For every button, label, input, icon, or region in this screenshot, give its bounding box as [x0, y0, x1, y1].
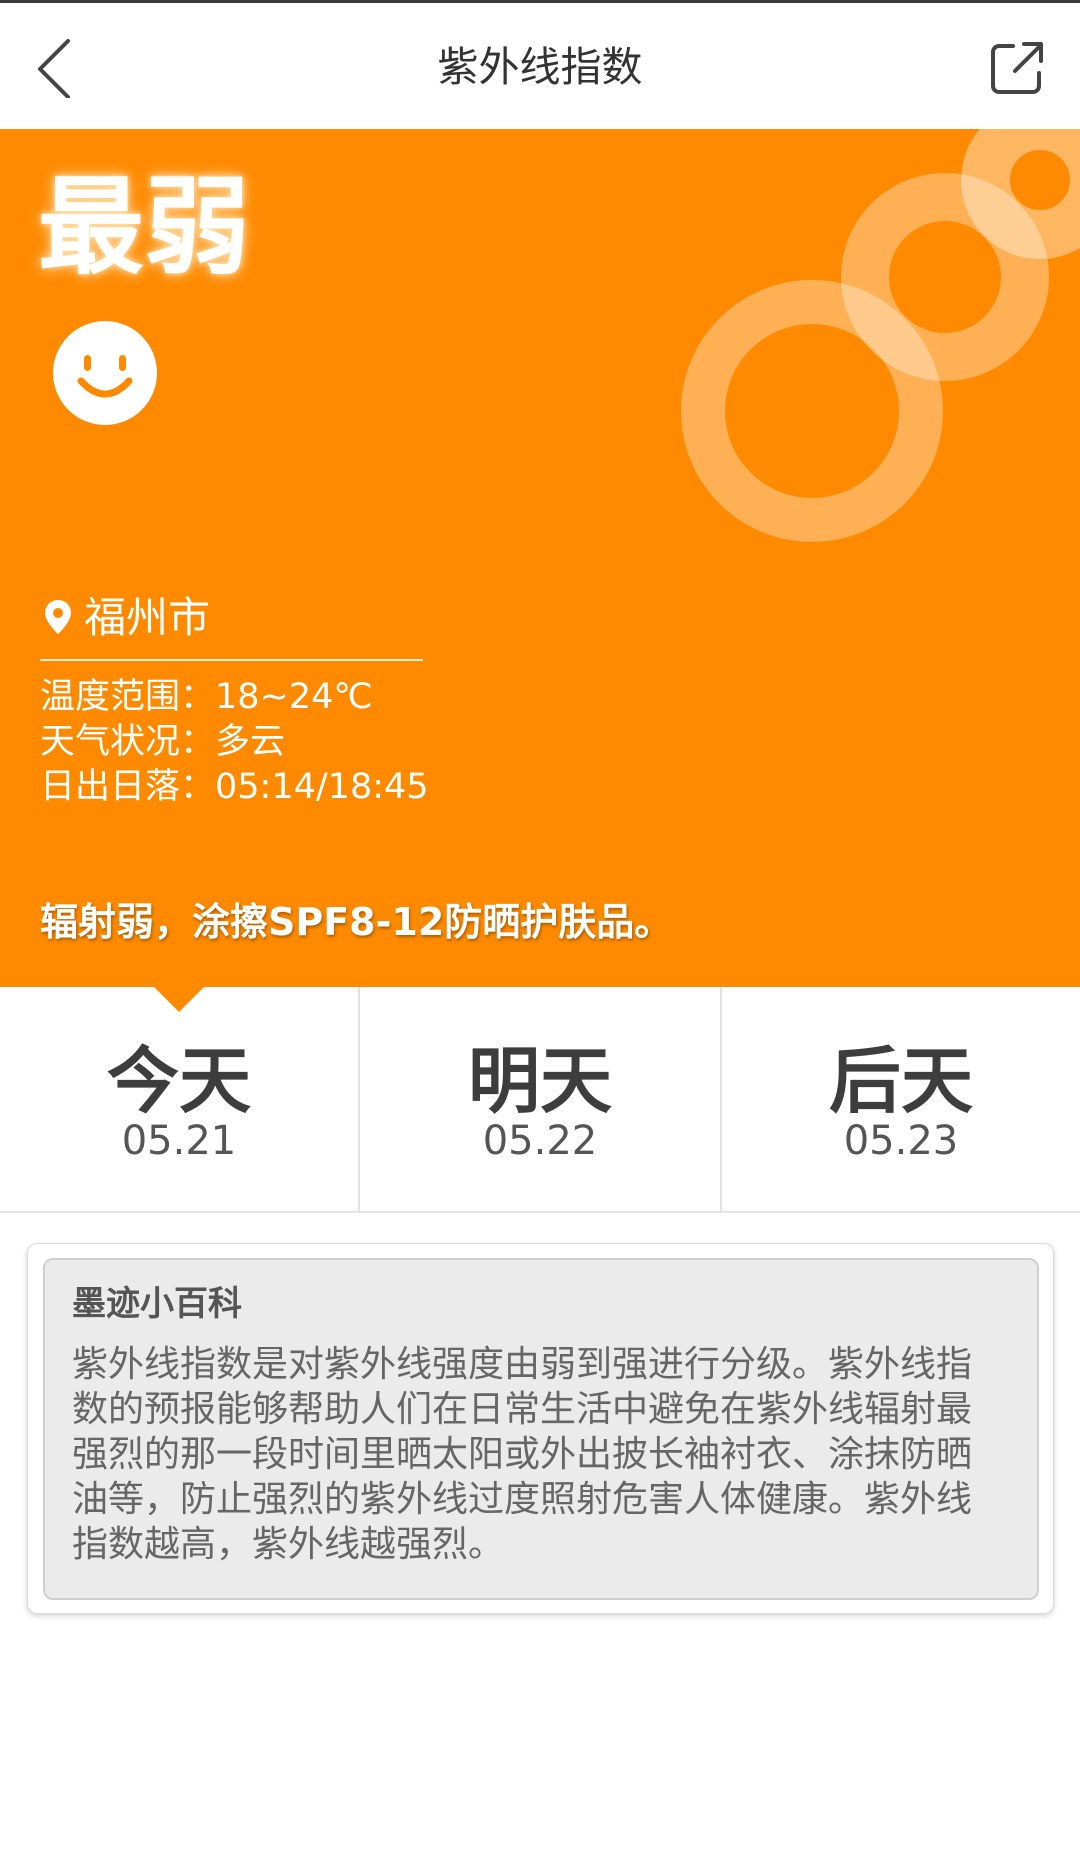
encyclopedia-title: 墨迹小百科 — [72, 1284, 242, 1324]
location-pin-icon — [45, 600, 71, 634]
detail-label: 日出日落： — [40, 767, 216, 807]
uv-level: 最弱 — [38, 166, 250, 289]
tab-date: 05.21 — [121, 1118, 237, 1164]
detail-value: 05:14/18:45 — [215, 767, 429, 807]
tab-today[interactable]: 今天 05.21 — [0, 987, 358, 1211]
app-header: 紫外线指数 — [0, 3, 1080, 129]
uv-summary-panel: 最弱 福州市 温度范围：18~24℃ 天气状况：多云 日出日落：05:14/18… — [0, 129, 1080, 987]
temperature-range: 温度范围：18~24℃ — [40, 675, 429, 720]
selected-tab-indicator — [154, 987, 204, 1012]
page-title: 紫外线指数 — [437, 43, 643, 91]
weather-condition: 天气状况：多云 — [40, 720, 429, 765]
sunrise-sunset: 日出日落：05:14/18:45 — [40, 765, 429, 810]
day-tabs: 今天 05.21 明天 05.22 后天 05.23 — [0, 987, 1080, 1213]
tab-date: 05.23 — [843, 1118, 959, 1164]
chevron-left-icon — [38, 39, 70, 99]
detail-label: 温度范围： — [40, 677, 216, 717]
tab-date: 05.22 — [482, 1118, 598, 1164]
share-icon — [991, 42, 1043, 94]
smiley-face-icon — [53, 321, 157, 425]
tab-label: 后天 — [828, 1039, 973, 1123]
tab-label: 明天 — [467, 1039, 612, 1123]
detail-value: 18~24℃ — [215, 677, 373, 717]
back-button[interactable] — [30, 38, 80, 99]
location-name: 福州市 — [84, 593, 211, 642]
share-button[interactable] — [986, 37, 1048, 99]
sun-protection-advice: 辐射弱，涂擦SPF8-12防晒护肤品。 — [40, 900, 673, 944]
tab-day-after-tomorrow[interactable]: 后天 05.23 — [722, 987, 1080, 1211]
encyclopedia-box: 墨迹小百科 紫外线指数是对紫外线强度由弱到强进行分级。紫外线指数的预报能够帮助人… — [43, 1258, 1039, 1600]
encyclopedia-card: 墨迹小百科 紫外线指数是对紫外线强度由弱到强进行分级。紫外线指数的预报能够帮助人… — [27, 1243, 1054, 1614]
weather-details: 温度范围：18~24℃ 天气状况：多云 日出日落：05:14/18:45 — [40, 675, 429, 810]
encyclopedia-body: 紫外线指数是对紫外线强度由弱到强进行分级。紫外线指数的预报能够帮助人们在日常生活… — [72, 1344, 973, 1565]
divider-line — [40, 659, 423, 661]
tab-tomorrow[interactable]: 明天 05.22 — [360, 987, 720, 1211]
detail-label: 天气状况： — [40, 722, 216, 762]
detail-value: 多云 — [215, 722, 286, 762]
